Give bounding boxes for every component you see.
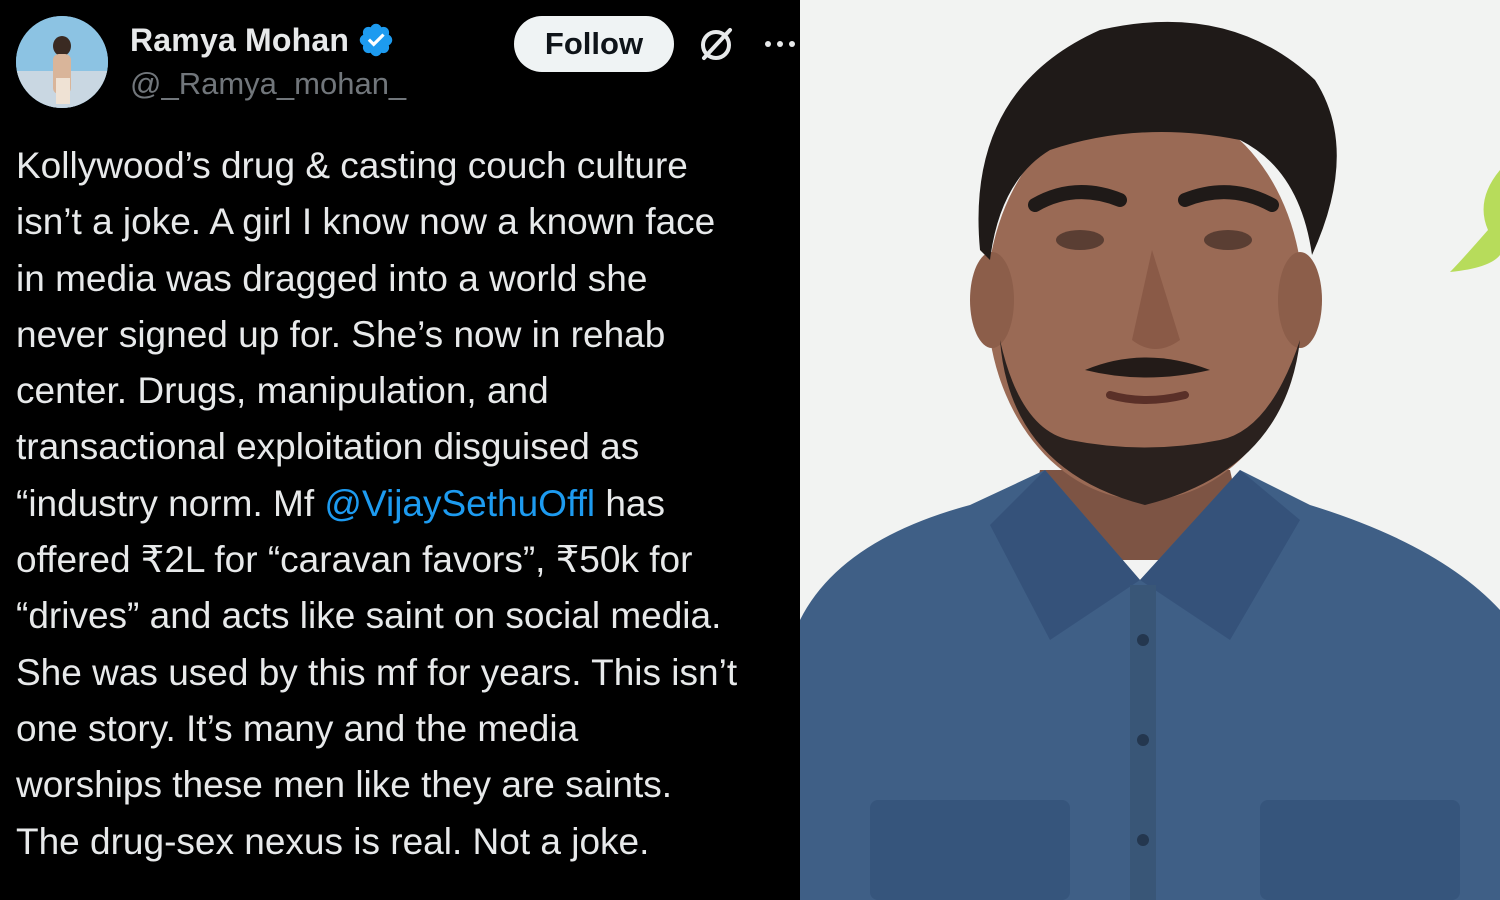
grok-icon[interactable] [696, 24, 736, 64]
more-options-icon[interactable] [760, 26, 800, 62]
tweet-line: in media was dragged into a world she [16, 257, 648, 299]
tweet-header: Ramya Mohan @_Ramya_mohan_ Follow [16, 14, 800, 114]
portrait-illustration [800, 0, 1500, 900]
tweet-text: Kollywood’s drug & casting couch culture… [16, 138, 800, 870]
user-meta: Ramya Mohan @_Ramya_mohan_ [130, 18, 406, 102]
tweet-line: She was used by this mf for years. This … [16, 651, 738, 693]
avatar[interactable] [16, 16, 108, 108]
composite-image: Ramya Mohan @_Ramya_mohan_ Follow Kollyw… [0, 0, 1500, 900]
tweet-line: worships these men like they are saints. [16, 764, 673, 806]
tweet-line: one story. It’s many and the media [16, 707, 579, 749]
tweet-line: transactional exploitation disguised as [16, 426, 640, 468]
follow-button[interactable]: Follow [514, 16, 674, 72]
tweet-line: center. Drugs, manipulation, and [16, 370, 549, 412]
portrait-photo [800, 0, 1500, 900]
tweet-line: Kollywood’s drug & casting couch culture [16, 145, 688, 186]
tweet-line: offered ₹2L for “caravan favors”, ₹50k f… [16, 539, 693, 581]
tweet-line: isn’t a joke. A girl I know now a known … [16, 201, 716, 243]
display-name[interactable]: Ramya Mohan [130, 22, 349, 59]
tweet-line: The drug-sex nexus is real. Not a joke. [16, 820, 650, 862]
tweet-line: “drives” and acts like saint on social m… [16, 595, 722, 637]
tweet-text-segment: “industry norm. Mf [16, 482, 325, 524]
tweet-line: never signed up for. She’s now in rehab [16, 313, 666, 355]
tweet-text-segment: has [595, 482, 666, 524]
tweet-card: Ramya Mohan @_Ramya_mohan_ Follow Kollyw… [0, 0, 800, 900]
mention-link[interactable]: @VijaySethuOffl [324, 483, 595, 524]
verified-badge-icon [359, 23, 393, 57]
tweet-line: “industry norm. Mf @VijaySethuOffl has [16, 476, 800, 532]
handle[interactable]: @_Ramya_mohan_ [130, 66, 406, 102]
